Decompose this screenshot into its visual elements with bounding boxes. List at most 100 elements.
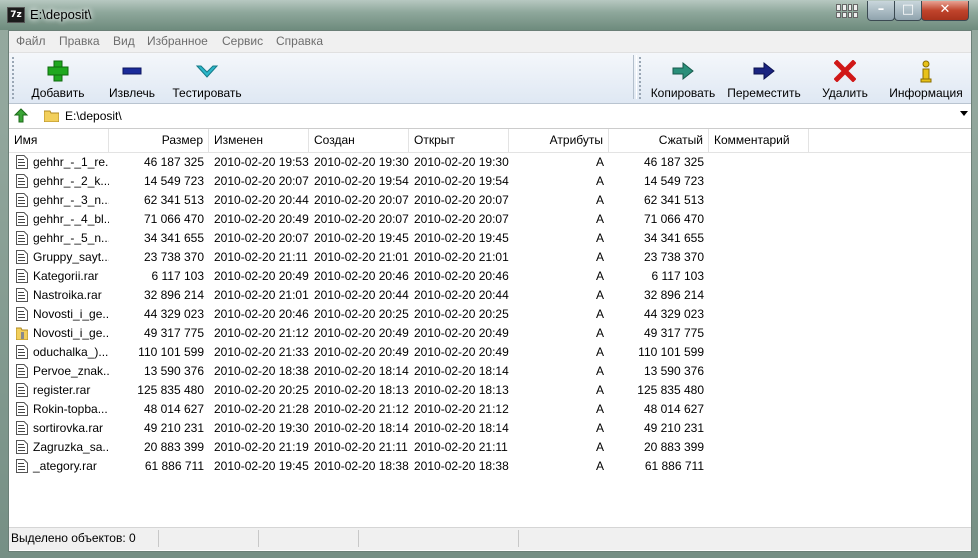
test-button[interactable]: Тестировать	[167, 55, 247, 101]
close-button[interactable]: ✕	[921, 1, 969, 21]
file-size: 49 210 231	[143, 421, 204, 435]
file-modified: 2010-02-20 20:07	[214, 174, 309, 188]
file-packed: 14 549 723	[643, 174, 704, 188]
info-button[interactable]: Информация	[885, 55, 967, 101]
maximize-button[interactable]: □	[894, 1, 922, 21]
col-packed[interactable]: Сжатый	[609, 129, 709, 152]
copy-arrow-icon	[672, 61, 694, 81]
status-selected: Выделено объектов: 0	[9, 530, 159, 547]
file-name: register.rar	[33, 383, 91, 397]
file-packed: 46 187 325	[643, 155, 704, 169]
file-modified: 2010-02-20 19:53	[214, 155, 309, 169]
file-packed: 6 117 103	[651, 269, 705, 283]
menu-edit[interactable]: Правка	[59, 34, 100, 48]
col-comment[interactable]: Комментарий	[709, 129, 809, 152]
file-name: gehhr_-_5_n...	[33, 231, 109, 245]
file-attributes: A	[595, 288, 604, 302]
file-created: 2010-02-20 20:44	[314, 288, 409, 302]
menu-tools[interactable]: Сервис	[222, 34, 263, 48]
file-name: gehhr_-_2_k...	[33, 174, 109, 188]
file-attributes: A	[595, 345, 604, 359]
table-row[interactable]: Novosti_i_ge... 44 329 023 2010-02-20 20:4…	[9, 305, 971, 324]
chevron-down-icon[interactable]	[960, 111, 968, 116]
file-created: 2010-02-20 18:14	[314, 364, 409, 378]
file-accessed: 2010-02-20 18:13	[414, 383, 509, 397]
file-packed: 61 886 711	[644, 459, 704, 473]
menu-file[interactable]: Файл	[16, 34, 46, 48]
extract-button[interactable]: Извлечь	[99, 55, 165, 101]
table-row[interactable]: Novosti_i_ge... 49 317 775 2010-02-20 21:1…	[9, 324, 971, 343]
delete-button[interactable]: Удалить	[809, 55, 881, 101]
file-created: 2010-02-20 21:11	[314, 440, 408, 454]
table-row[interactable]: sortirovka.rar 49 210 231 2010-02-20 19:30…	[9, 419, 971, 438]
table-row[interactable]: Kategorii.rar 6 117 103 2010-02-20 20:49 20…	[9, 267, 971, 286]
toolbar-grip-2[interactable]	[639, 57, 641, 99]
file-size: 71 066 470	[143, 212, 204, 226]
file-name: _ategory.rar	[33, 459, 97, 473]
col-size[interactable]: Размер	[109, 129, 209, 152]
file-modified: 2010-02-20 19:30	[214, 421, 309, 435]
col-attributes[interactable]: Атрибуты	[509, 129, 609, 152]
file-created: 2010-02-20 18:14	[314, 421, 409, 435]
col-accessed[interactable]: Открыт	[409, 129, 509, 152]
title-bar[interactable]: 7z E:\deposit\ – □ ✕	[0, 0, 978, 30]
gadget-grid-icon[interactable]	[836, 4, 858, 18]
copy-button[interactable]: Копировать	[645, 55, 721, 101]
file-modified: 2010-02-20 21:33	[214, 345, 309, 359]
col-modified[interactable]: Изменен	[209, 129, 309, 152]
table-row[interactable]: register.rar 125 835 480 2010-02-20 20:25 2…	[9, 381, 971, 400]
menu-favorites[interactable]: Избранное	[147, 34, 208, 48]
col-name[interactable]: Имя	[9, 129, 109, 152]
plus-icon	[47, 60, 69, 82]
file-name: Gruppy_sayt...	[33, 250, 109, 264]
file-attributes: A	[595, 193, 604, 207]
app-icon: 7z	[7, 7, 25, 23]
add-label: Добавить	[31, 86, 85, 100]
table-row[interactable]: gehhr_-_4_bl... 71 066 470 2010-02-20 20:4…	[9, 210, 971, 229]
file-accessed: 2010-02-20 20:07	[414, 212, 509, 226]
file-size: 125 835 480	[137, 383, 204, 397]
status-bar: Выделено объектов: 0	[9, 527, 971, 550]
file-packed: 125 835 480	[637, 383, 704, 397]
file-attributes: A	[595, 155, 604, 169]
file-accessed: 2010-02-20 20:44	[414, 288, 509, 302]
table-row[interactable]: Nastroika.rar 32 896 214 2010-02-20 21:01 2…	[9, 286, 971, 305]
up-folder-icon[interactable]	[13, 108, 29, 124]
file-accessed: 2010-02-20 20:07	[414, 193, 509, 207]
table-row[interactable]: oduchalka_).... 110 101 599 2010-02-20 21:…	[9, 343, 971, 362]
move-button[interactable]: Переместить	[723, 55, 805, 101]
file-created: 2010-02-20 18:13	[314, 383, 409, 397]
file-packed: 34 341 655	[643, 231, 704, 245]
file-modified: 2010-02-20 19:45	[214, 459, 309, 473]
toolbar-grip[interactable]	[12, 57, 14, 99]
table-row[interactable]: _ategory.rar 61 886 711 2010-02-20 19:45 20…	[9, 457, 971, 476]
check-icon	[195, 65, 219, 78]
table-row[interactable]: Rokin-topba... 48 014 627 2010-02-20 21:28…	[9, 400, 971, 419]
file-packed: 44 329 023	[643, 307, 704, 321]
col-created[interactable]: Создан	[309, 129, 409, 152]
menu-view[interactable]: Вид	[113, 34, 135, 48]
table-row[interactable]: gehhr_-_3_n... 62 341 513 2010-02-20 20:44…	[9, 191, 971, 210]
address-bar: E:\deposit\	[9, 104, 971, 129]
toolbar: Добавить Извлечь Тестировать Копировать …	[9, 53, 971, 104]
file-packed: 62 341 513	[643, 193, 704, 207]
minimize-button[interactable]: –	[867, 1, 895, 21]
file-name: Zagruzka_sa...	[33, 440, 109, 454]
add-button[interactable]: Добавить	[19, 55, 97, 101]
table-row[interactable]: Pervoe_znak... 13 590 376 2010-02-20 18:38…	[9, 362, 971, 381]
file-modified: 2010-02-20 18:38	[214, 364, 309, 378]
table-row[interactable]: Zagruzka_sa... 20 883 399 2010-02-20 21:19…	[9, 438, 971, 457]
address-path[interactable]: E:\deposit\	[65, 109, 122, 123]
file-size: 46 187 325	[143, 155, 204, 169]
file-size: 44 329 023	[143, 307, 204, 321]
file-name: Nastroika.rar	[33, 288, 102, 302]
table-row[interactable]: gehhr_-_5_n... 34 341 655 2010-02-20 20:07…	[9, 229, 971, 248]
file-attributes: A	[595, 459, 604, 473]
table-row[interactable]: Gruppy_sayt... 23 738 370 2010-02-20 21:11…	[9, 248, 971, 267]
table-row[interactable]: gehhr_-_2_k... 14 549 723 2010-02-20 20:07…	[9, 172, 971, 191]
list-header: Имя Размер Изменен Создан Открыт Атрибут…	[9, 129, 971, 153]
table-row[interactable]: gehhr_-_1_re... 46 187 325 2010-02-20 19:5…	[9, 153, 971, 172]
menu-help[interactable]: Справка	[276, 34, 323, 48]
file-modified: 2010-02-20 21:19	[214, 440, 309, 454]
file-name: Novosti_i_ge...	[33, 307, 109, 321]
